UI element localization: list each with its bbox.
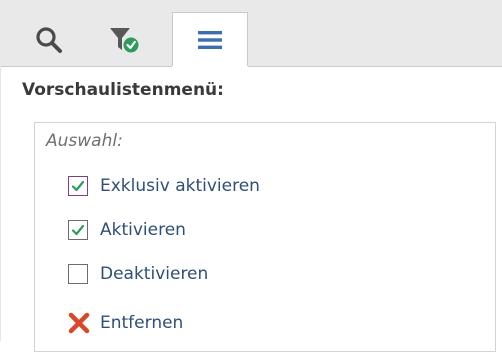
- search-icon: [36, 27, 62, 53]
- filter-check-icon: [110, 28, 139, 53]
- menu-item-label: Exklusiv aktivieren: [100, 176, 260, 196]
- checkbox-icon[interactable]: [68, 176, 88, 196]
- menu-item-activate[interactable]: Aktivieren: [68, 215, 186, 245]
- menu-item-label: Entfernen: [100, 313, 184, 333]
- menu-item-label: Deaktivieren: [100, 264, 209, 284]
- divider: [0, 66, 1, 341]
- menu-item-label: Aktivieren: [100, 220, 186, 240]
- menu-item-deactivate[interactable]: Deaktivieren: [68, 259, 208, 289]
- menu-item-remove[interactable]: Entfernen: [68, 308, 183, 338]
- checkbox-icon[interactable]: [68, 220, 88, 240]
- divider: [0, 66, 172, 67]
- tab-search[interactable]: [14, 14, 84, 66]
- panel-title: Vorschaulistenmenü:: [22, 80, 224, 100]
- hamburger-menu-icon: [198, 31, 222, 49]
- tab-menu[interactable]: [172, 12, 248, 67]
- group-label: Auswahl:: [46, 131, 123, 151]
- checkbox-icon[interactable]: [68, 264, 88, 284]
- menu-item-exclusive-activate[interactable]: Exklusiv aktivieren: [68, 171, 260, 201]
- divider: [248, 66, 502, 67]
- remove-x-icon: [68, 312, 90, 334]
- tab-filter[interactable]: [88, 14, 162, 66]
